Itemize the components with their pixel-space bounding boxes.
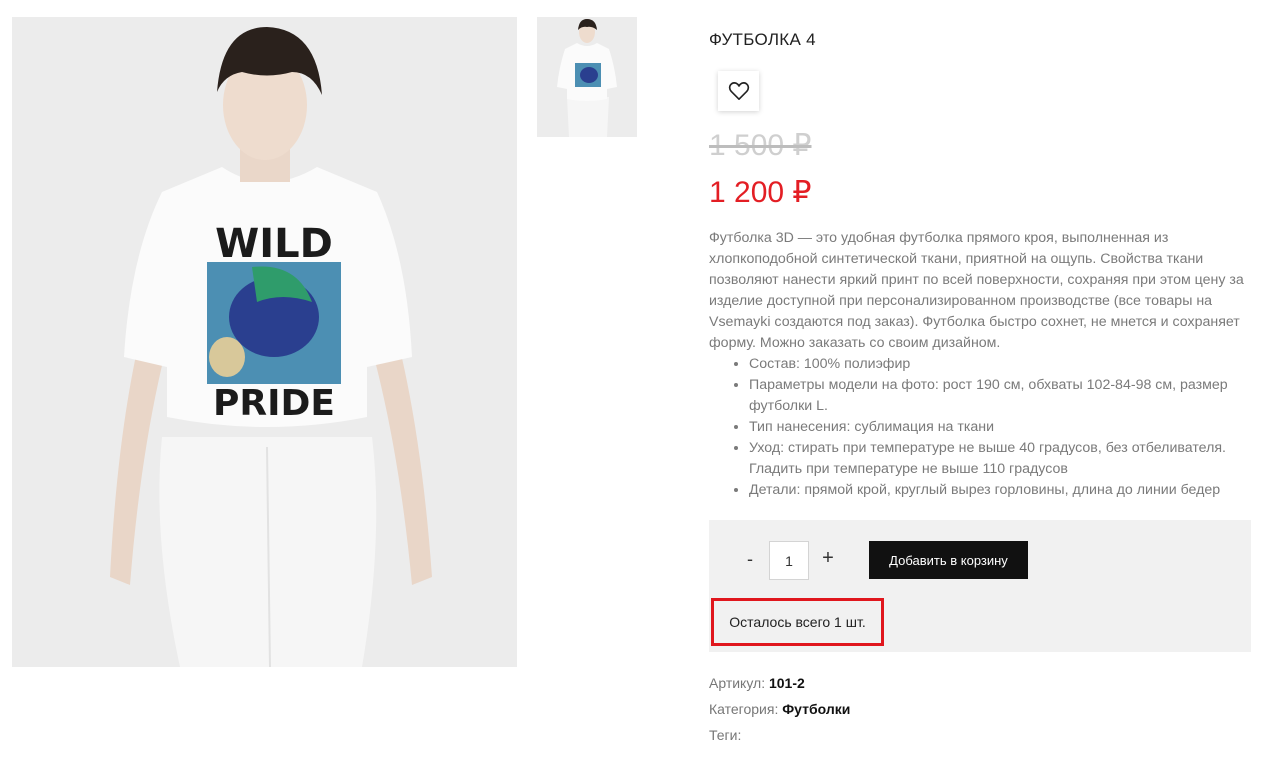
product-photo: WILD PRIDE (12, 17, 517, 667)
spec-item: Состав: 100% полиэфир (749, 354, 1254, 375)
quantity-input[interactable] (769, 541, 809, 580)
spec-item: Уход: стирать при температуре не выше 40… (749, 438, 1254, 480)
quantity-increase-button[interactable]: + (820, 547, 836, 570)
sku-row: Артикул: 101-2 (709, 675, 805, 691)
svg-text:PRIDE: PRIDE (213, 383, 335, 424)
product-description: Футболка 3D — это удобная футболка прямо… (709, 228, 1254, 501)
sku-label: Артикул: (709, 675, 766, 691)
spec-item: Параметры модели на фото: рост 190 см, о… (749, 375, 1254, 417)
add-to-cart-panel: - + Добавить в корзину Осталось всего 1 … (709, 520, 1251, 652)
spec-item: Тип нанесения: сублимация на ткани (749, 417, 1254, 438)
current-price: 1 200 ₽ (709, 176, 812, 209)
sku-value: 101-2 (768, 675, 805, 691)
category-label: Категория: (709, 701, 779, 717)
stock-remaining-notice: Осталось всего 1 шт. (711, 598, 884, 646)
description-text: Футболка 3D — это удобная футболка прямо… (709, 230, 1244, 351)
product-main-image[interactable]: WILD PRIDE (12, 17, 517, 667)
svg-text:WILD: WILD (215, 221, 333, 267)
heart-icon (728, 82, 749, 100)
thumbnail-photo (537, 17, 637, 137)
quantity-decrease-button[interactable]: - (743, 549, 757, 570)
old-price: 1 500 ₽ (709, 129, 812, 162)
product-thumbnail[interactable] (537, 17, 637, 137)
product-specs-list: Состав: 100% полиэфир Параметры модели н… (749, 354, 1254, 501)
category-link[interactable]: Футболки (782, 701, 850, 717)
wishlist-button[interactable] (718, 71, 759, 111)
product-title: ФУТБОЛКА 4 (709, 30, 816, 49)
add-to-cart-button[interactable]: Добавить в корзину (869, 541, 1028, 579)
category-row: Категория: Футболки (709, 701, 850, 717)
tags-row: Теги: (709, 727, 741, 743)
spec-item: Детали: прямой крой, круглый вырез горло… (749, 480, 1254, 501)
tags-label: Теги: (709, 727, 742, 743)
